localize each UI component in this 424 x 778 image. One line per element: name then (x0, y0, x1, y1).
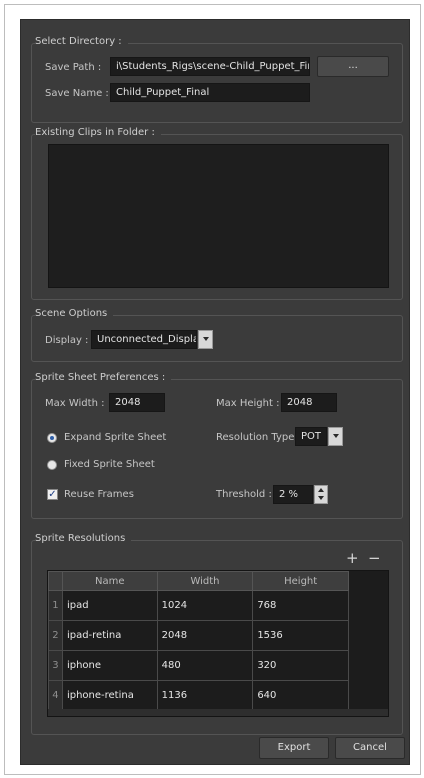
resolution-type-dropdown[interactable]: POT (295, 427, 327, 446)
cell-height[interactable]: 768 (252, 590, 349, 621)
cell-width[interactable]: 2048 (156, 620, 254, 651)
fixed-sprite-sheet-label: Fixed Sprite Sheet (64, 459, 155, 470)
chevron-down-icon[interactable] (328, 427, 343, 446)
resolutions-table: Name Width Height 1 ipad 1024 768 2 ipad… (48, 571, 349, 711)
cell-name[interactable]: ipad-retina (61, 620, 158, 651)
max-width-label: Max Width : (45, 398, 105, 409)
max-width-field[interactable]: 2048 (109, 393, 165, 412)
clips-list[interactable] (48, 144, 389, 288)
reuse-frames-label: Reuse Frames (64, 489, 134, 500)
table-row[interactable]: 4 iphone-retina 1136 640 (48, 680, 349, 711)
cell-height[interactable]: 320 (252, 650, 349, 681)
add-icon[interactable]: + (346, 549, 359, 567)
stepper-down-icon[interactable] (318, 496, 324, 500)
save-path-field[interactable]: i\Students_Rigs\scene-Child_Puppet_Final (110, 57, 310, 76)
threshold-label: Threshold : (216, 489, 272, 500)
resolution-type-label: Resolution Type (216, 432, 295, 443)
column-header-width[interactable]: Width (156, 571, 254, 591)
table-row[interactable]: 1 ipad 1024 768 (48, 590, 349, 621)
cancel-button[interactable]: Cancel (335, 737, 405, 759)
stepper-up-icon[interactable] (318, 488, 324, 492)
resolutions-table-container: Name Width Height 1 ipad 1024 768 2 ipad… (47, 570, 389, 717)
column-header-name[interactable]: Name (61, 571, 158, 591)
remove-icon[interactable]: − (368, 549, 381, 567)
max-height-field[interactable]: 2048 (281, 393, 337, 412)
table-row[interactable]: 3 iphone 480 320 (48, 650, 349, 681)
display-label: Display : (45, 335, 89, 346)
cell-name[interactable]: ipad (61, 590, 158, 621)
select-directory-title: Select Directory : (35, 36, 128, 47)
threshold-field[interactable]: 2 % (273, 485, 313, 504)
save-name-field[interactable]: Child_Puppet_Final (110, 83, 310, 102)
row-number: 1 (48, 590, 63, 621)
scene-options-title: Scene Options (35, 308, 114, 319)
row-number: 4 (48, 680, 63, 711)
save-path-label: Save Path : (45, 62, 102, 73)
display-dropdown[interactable]: Unconnected_Display (91, 330, 197, 349)
column-header-height[interactable]: Height (252, 571, 349, 591)
export-button[interactable]: Export (259, 737, 329, 759)
horizontal-scrollbar[interactable] (48, 709, 388, 716)
cell-height[interactable]: 1536 (252, 620, 349, 651)
browse-button[interactable]: ... (317, 56, 389, 77)
expand-sprite-sheet-label: Expand Sprite Sheet (64, 432, 167, 443)
row-number: 2 (48, 620, 63, 651)
max-height-label: Max Height : (216, 398, 280, 409)
export-dialog: Select Directory : Save Path : i\Student… (20, 19, 410, 765)
fixed-sprite-sheet-radio[interactable] (47, 460, 57, 470)
cell-height[interactable]: 640 (252, 680, 349, 711)
expand-sprite-sheet-radio[interactable] (47, 433, 57, 443)
sprite-sheet-title: Sprite Sheet Preferences : (35, 372, 172, 383)
cell-width[interactable]: 1136 (156, 680, 254, 711)
row-number: 3 (48, 650, 63, 681)
cell-name[interactable]: iphone-retina (61, 680, 158, 711)
chevron-down-icon[interactable] (198, 330, 213, 349)
cell-width[interactable]: 480 (156, 650, 254, 681)
corner-header (48, 571, 63, 591)
existing-clips-title: Existing Clips in Folder : (35, 127, 161, 138)
threshold-stepper[interactable] (314, 485, 328, 504)
table-row[interactable]: 2 ipad-retina 2048 1536 (48, 620, 349, 651)
cell-name[interactable]: iphone (61, 650, 158, 681)
cell-width[interactable]: 1024 (156, 590, 254, 621)
reuse-frames-checkbox[interactable]: ✓ (47, 489, 58, 500)
sprite-resolutions-title: Sprite Resolutions (35, 533, 132, 544)
save-name-label: Save Name : (45, 88, 109, 99)
